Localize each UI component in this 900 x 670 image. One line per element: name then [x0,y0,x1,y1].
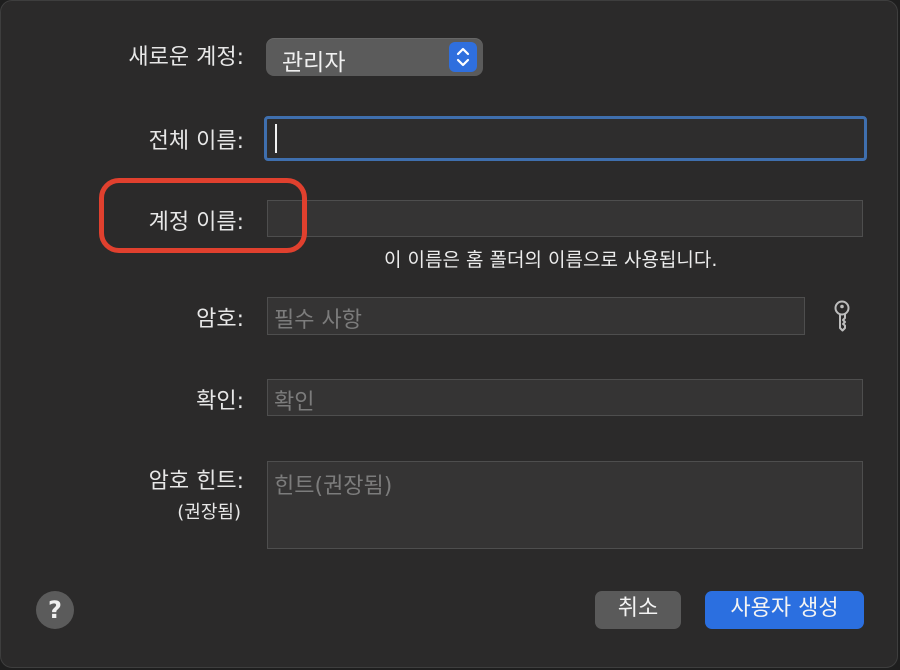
hint-field[interactable]: 힌트(권장됨) [267,461,863,549]
new-account-dialog: 새로운 계정: 관리자 전체 이름: 계정 이름: 이 이름은 홈 폴더의 이름… [0,0,898,668]
account-type-label: 새로운 계정: [128,45,244,70]
create-user-button[interactable]: 사용자 생성 [705,591,864,629]
verify-placeholder: 확인 [274,390,315,415]
full-name-field[interactable] [264,116,867,161]
password-label: 암호: [196,307,244,332]
account-name-helper: 이 이름은 홈 폴더의 이름으로 사용됩니다. [384,249,718,271]
password-placeholder: 필수 사항 [274,308,362,333]
password-field[interactable]: 필수 사항 [267,297,805,335]
account-type-value: 관리자 [282,50,346,76]
cancel-button[interactable]: 취소 [595,591,681,629]
hint-sublabel: (권장됨) [177,502,241,523]
text-caret [275,124,277,153]
chevron-up-down-icon [449,42,477,72]
verify-label: 확인: [196,389,244,414]
verify-field[interactable]: 확인 [267,379,863,416]
help-button[interactable]: ? [36,591,74,629]
hint-label: 암호 힌트: [148,469,244,494]
account-name-highlight [99,178,307,253]
account-type-popup[interactable]: 관리자 [266,38,483,76]
account-name-field[interactable] [267,200,863,237]
full-name-label: 전체 이름: [148,129,244,154]
key-icon[interactable] [831,299,853,337]
hint-placeholder: 힌트(권장됨) [274,474,393,499]
